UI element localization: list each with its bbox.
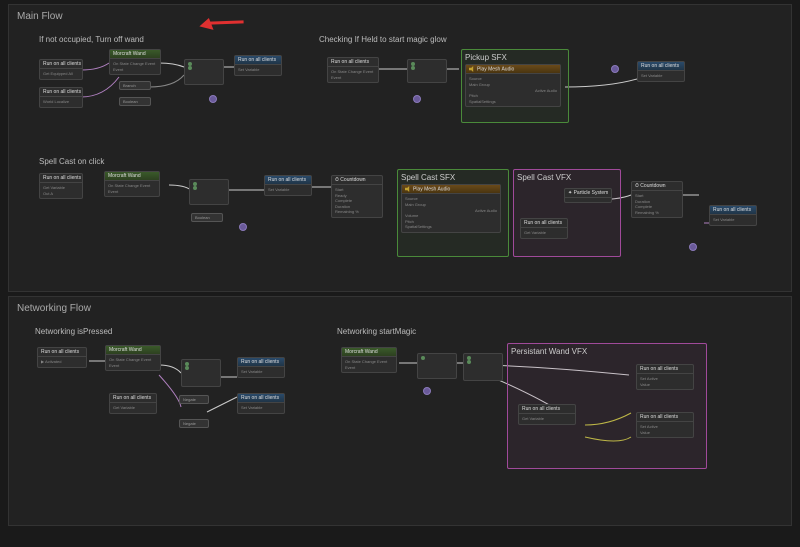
checking-event-node[interactable]: Run on all clients On State Change Event… bbox=[327, 57, 379, 83]
node-header: Play Mesh Audio bbox=[466, 65, 560, 74]
get-variable-node-r2a[interactable]: Run on all clients Get VariableOut A bbox=[39, 173, 83, 199]
pickup-sfx-title: Pickup SFX bbox=[465, 53, 565, 64]
reroute-dot-3[interactable] bbox=[611, 65, 619, 73]
morcraft-event-node[interactable]: Morcraft Wand On State Change EventEvent bbox=[109, 49, 161, 75]
negate-node-2[interactable]: Negate bbox=[179, 419, 209, 428]
spell-cast-sfx-title: Spell Cast SFX bbox=[401, 173, 505, 184]
particle-system-node[interactable]: ✦ Particle System bbox=[564, 188, 612, 203]
reroute-dot-net2[interactable] bbox=[423, 387, 431, 395]
set-variable-node-r2end[interactable]: Run on all clients Set Variable bbox=[709, 205, 757, 226]
pickup-sfx-group[interactable]: Pickup SFX Play Mesh Audio Source Main G… bbox=[461, 49, 569, 123]
spell-cast-label: Spell Cast on click bbox=[39, 157, 104, 166]
boolean-node-1[interactable]: Boolean bbox=[119, 97, 151, 106]
persist-wand-vfx-title: Persistant Wand VFX bbox=[511, 347, 703, 358]
occupied-label: If not occupied, Turn off wand bbox=[39, 35, 144, 44]
networking-flow-section: Networking Flow Networking isPressed Net… bbox=[8, 296, 792, 526]
node-label: World Localize bbox=[43, 99, 69, 104]
node-header: Run on all clients bbox=[235, 56, 281, 65]
morcraft-event-node-net1[interactable]: Morcraft Wand On State Change EventEvent bbox=[105, 345, 161, 371]
set-variable-node-2[interactable]: Run on all clients Set Variable bbox=[637, 61, 685, 82]
set-variable-node-net1b[interactable]: Run on all clients Set Variable bbox=[237, 393, 285, 414]
countdown-node-r2a[interactable]: ⏱ Countdown Start Ready Complete Duratio… bbox=[331, 175, 383, 218]
boolean-node-r2[interactable]: Boolean bbox=[191, 213, 223, 222]
networking-flow-title: Networking Flow bbox=[13, 301, 787, 320]
play-audio-node-1[interactable]: Play Mesh Audio Source Main Group Active… bbox=[465, 64, 561, 107]
reroute-dot-1[interactable] bbox=[209, 95, 217, 103]
reroute-dot-r2b[interactable] bbox=[689, 243, 697, 251]
split-node-net2a[interactable] bbox=[417, 353, 457, 379]
main-flow-section: Main Flow If not occupied, Turn off wand… bbox=[8, 4, 792, 292]
spell-cast-sfx-group[interactable]: Spell Cast SFX Play Mesh Audio Source Ma… bbox=[397, 169, 509, 257]
persist-wand-vfx-group[interactable]: Persistant Wand VFX Run on all clients G… bbox=[507, 343, 707, 469]
set-variable-node-net1a[interactable]: Run on all clients Set Variable bbox=[237, 357, 285, 378]
split-node-r2[interactable] bbox=[189, 179, 229, 205]
play-audio-node-2[interactable]: Play Mesh Audio Source Main Group Active… bbox=[401, 184, 501, 233]
get-variable-node-vfx[interactable]: Run on all clients Get Variable bbox=[520, 218, 568, 239]
set-variable-node-1[interactable]: Run on all clients Set Variable bbox=[234, 55, 282, 76]
set-active-node-2[interactable]: Run on all clients Set ActiveValue bbox=[636, 412, 694, 438]
spell-cast-vfx-title: Spell Cast VFX bbox=[517, 173, 617, 184]
get-variable-node-vfx2[interactable]: Run on all clients Get Variable bbox=[518, 404, 576, 425]
morcraft-event-node-r2[interactable]: Morcraft Wand On State Change EventEvent bbox=[104, 171, 160, 197]
node-label: Get Equipped All bbox=[43, 71, 73, 76]
node-header: Run on all clients bbox=[40, 60, 82, 69]
morcraft-event-node-net2[interactable]: Morcraft Wand On State Change EventEvent bbox=[341, 347, 397, 373]
get-variable-node-net1[interactable]: Run on all clients Get Variable bbox=[109, 393, 157, 414]
get-equipped-node[interactable]: Run on all clients Get Equipped All bbox=[39, 59, 83, 80]
node-header: Run on all clients bbox=[328, 58, 378, 67]
net-startmagic-label: Networking startMagic bbox=[337, 327, 416, 336]
reroute-dot-2[interactable] bbox=[413, 95, 421, 103]
node-header: Run on all clients bbox=[638, 62, 684, 71]
spell-cast-vfx-group[interactable]: Spell Cast VFX ✦ Particle System Run on … bbox=[513, 169, 621, 257]
countdown-node-r2b[interactable]: ⏱ Countdown Start Duration Complete Rema… bbox=[631, 181, 683, 218]
split-node-net2b[interactable] bbox=[463, 353, 503, 381]
speaker-icon bbox=[405, 186, 411, 192]
main-flow-title: Main Flow bbox=[13, 9, 787, 28]
branch-node-1[interactable]: Branch bbox=[119, 81, 151, 90]
activated-node[interactable]: Run on all clients ▶ Activated bbox=[37, 347, 87, 368]
world-localize-node[interactable]: Run on all clients World Localize bbox=[39, 87, 83, 108]
set-variable-node-r2[interactable]: Run on all clients Set Variable bbox=[264, 175, 312, 196]
reroute-dot-r2[interactable] bbox=[239, 223, 247, 231]
negate-node-1[interactable]: Negate bbox=[179, 395, 209, 404]
node-header: Morcraft Wand bbox=[110, 50, 160, 59]
set-active-node-1[interactable]: Run on all clients Set ActiveValue bbox=[636, 364, 694, 390]
split-node-1[interactable] bbox=[184, 59, 224, 85]
speaker-icon bbox=[469, 66, 475, 72]
node-header: Run on all clients bbox=[40, 88, 82, 97]
checking-label: Checking If Held to start magic glow bbox=[319, 35, 447, 44]
split-node-2[interactable] bbox=[407, 59, 447, 83]
net-pressed-label: Networking isPressed bbox=[35, 327, 112, 336]
split-node-net1[interactable] bbox=[181, 359, 221, 387]
